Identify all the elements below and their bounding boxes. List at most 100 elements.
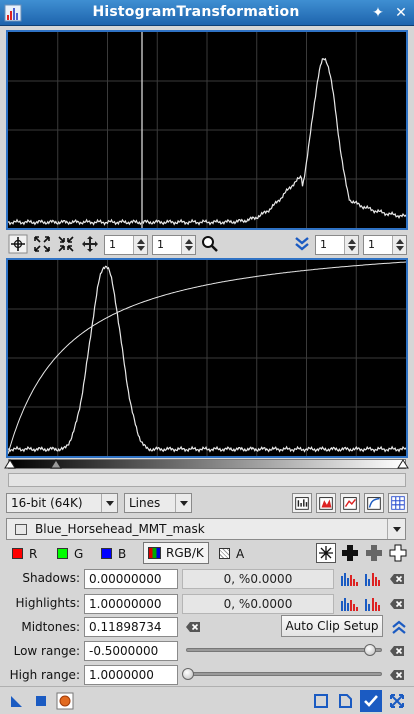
graph-style-3-icon[interactable] [340, 493, 360, 513]
zoom-fit-icon[interactable] [32, 234, 52, 254]
highlights-handle-icon [397, 459, 409, 469]
auto-highlights-stats-icon[interactable] [340, 595, 358, 613]
low-range-label: Low range: [13, 644, 80, 658]
high-range-label: High range: [9, 668, 80, 682]
title-bar[interactable]: HistogramTransformation ✦ ✕ [0, 0, 414, 26]
channel-b[interactable]: B [101, 545, 126, 563]
zoom-y-right-value: 1 [368, 238, 375, 251]
spin-arrows-icon[interactable] [181, 236, 195, 254]
zoom-y-left-spinbox[interactable]: 1 [152, 235, 196, 255]
channel-g[interactable]: G [57, 545, 83, 563]
shadows-input[interactable]: 0.00000000 [84, 569, 178, 589]
high-range-reset-icon[interactable] [388, 666, 406, 684]
channel-rgbk-label: RGB/K [166, 546, 204, 560]
highlights-label: Highlights: [15, 596, 80, 610]
apply-icon[interactable] [360, 690, 382, 712]
output-histogram-canvas [8, 32, 406, 228]
auto-highlights-icon[interactable] [364, 543, 384, 563]
channel-r-label: R [29, 547, 38, 561]
preview-strip[interactable] [8, 473, 406, 487]
spin-arrows-icon[interactable] [344, 236, 358, 254]
channel-b-label: B [118, 547, 127, 561]
channel-a-label: A [236, 547, 245, 561]
midtones-handle-icon [50, 459, 62, 469]
spin-arrows-icon[interactable] [392, 236, 406, 254]
pan-icon[interactable] [80, 234, 100, 254]
close-icon[interactable]: ✕ [393, 5, 409, 21]
auto-shadows-stats-icon[interactable] [340, 570, 358, 588]
slider-handles [4, 459, 409, 469]
process-toolbar [0, 686, 414, 714]
high-range-slider-track[interactable] [186, 672, 382, 676]
blue-swatch-icon [101, 548, 112, 559]
document-icon[interactable] [336, 692, 354, 710]
channel-a[interactable]: A [219, 545, 244, 563]
high-range-slider-handle[interactable] [182, 668, 194, 680]
zoom-icon[interactable] [200, 234, 220, 254]
highlights-reset-icon[interactable] [388, 595, 406, 613]
channel-r[interactable]: R [12, 545, 37, 563]
channel-g-label: G [74, 547, 84, 561]
zoom-x-left-value: 1 [109, 238, 116, 251]
shadows-label: Shadows: [22, 571, 80, 585]
highlights-clip-icon[interactable] [364, 595, 382, 613]
input-histogram-canvas [8, 260, 406, 456]
auto-all-icon[interactable] [316, 543, 336, 563]
reset-all-icon[interactable] [388, 692, 406, 710]
resolution-select[interactable]: 16-bit (64K) [6, 493, 118, 513]
chevron-down-icon[interactable] [101, 494, 117, 512]
low-range-reset-icon[interactable] [388, 642, 406, 660]
zoom-x-left-spinbox[interactable]: 1 [104, 235, 148, 255]
histogram-app-icon [4, 4, 22, 22]
reset-zoom-icon[interactable] [292, 234, 312, 254]
midtones-input[interactable]: 0.11898734 [84, 617, 178, 637]
plot-style-select[interactable]: Lines [124, 493, 192, 513]
low-range-slider-handle[interactable] [364, 644, 376, 656]
highlights-input[interactable]: 1.00000000 [84, 594, 178, 614]
chevron-down-icon[interactable] [175, 494, 191, 512]
new-instance-icon[interactable] [8, 692, 26, 710]
reset-clip-icon[interactable] [388, 543, 408, 563]
auto-clip-setup-button[interactable]: Auto Clip Setup [281, 615, 383, 637]
browse-docs-icon[interactable] [312, 692, 330, 710]
plot-style-value: Lines [129, 496, 161, 510]
collapse-up-icon[interactable] [390, 618, 408, 636]
alpha-swatch-icon [219, 548, 230, 559]
low-range-input[interactable]: -0.5000000 [84, 641, 178, 661]
histogram-transformation-window: HistogramTransformation ✦ ✕ 1 1 1 1 16-b… [0, 0, 414, 714]
zoom-y-right-spinbox[interactable]: 1 [363, 235, 407, 255]
midtones-label: Midtones: [21, 620, 80, 634]
shadows-reset-icon[interactable] [388, 570, 406, 588]
channel-rgbk[interactable]: RGB/K [143, 542, 209, 564]
view-select[interactable]: Blue_Horsehead_MMT_mask [6, 518, 406, 540]
shadows-clip-icon[interactable] [364, 570, 382, 588]
rgb-swatch-icon [148, 547, 161, 559]
midtones-reset-icon[interactable] [184, 618, 202, 636]
zoom-x-right-value: 1 [320, 238, 327, 251]
red-swatch-icon [12, 548, 23, 559]
crosshair-icon[interactable] [8, 234, 28, 254]
zoom-y-left-value: 1 [157, 238, 164, 251]
graph-style-1-icon[interactable] [292, 493, 312, 513]
high-range-input[interactable]: 1.0000000 [84, 665, 178, 685]
highlights-readout: 0, %0.0000 [182, 594, 334, 614]
auto-shadows-icon[interactable] [340, 543, 360, 563]
window-title: HistogramTransformation [92, 4, 300, 20]
apply-global-icon[interactable] [32, 692, 50, 710]
resolution-value: 16-bit (64K) [11, 496, 83, 510]
image-icon [15, 524, 27, 535]
pin-icon[interactable]: ✦ [370, 5, 386, 21]
shadows-handle-icon [4, 459, 16, 469]
chevron-down-icon[interactable] [387, 519, 405, 539]
output-histogram-plot[interactable] [6, 30, 408, 230]
grid-icon[interactable] [388, 493, 408, 513]
graph-style-2-icon[interactable] [316, 493, 336, 513]
zoom-x-right-spinbox[interactable]: 1 [315, 235, 359, 255]
input-histogram-plot[interactable] [6, 258, 408, 458]
zoom-extents-icon[interactable] [56, 234, 76, 254]
real-time-preview-icon[interactable] [56, 692, 74, 710]
green-swatch-icon [57, 548, 68, 559]
spin-arrows-icon[interactable] [133, 236, 147, 254]
graph-curve-icon[interactable] [364, 493, 384, 513]
low-range-slider-track[interactable] [186, 648, 382, 652]
